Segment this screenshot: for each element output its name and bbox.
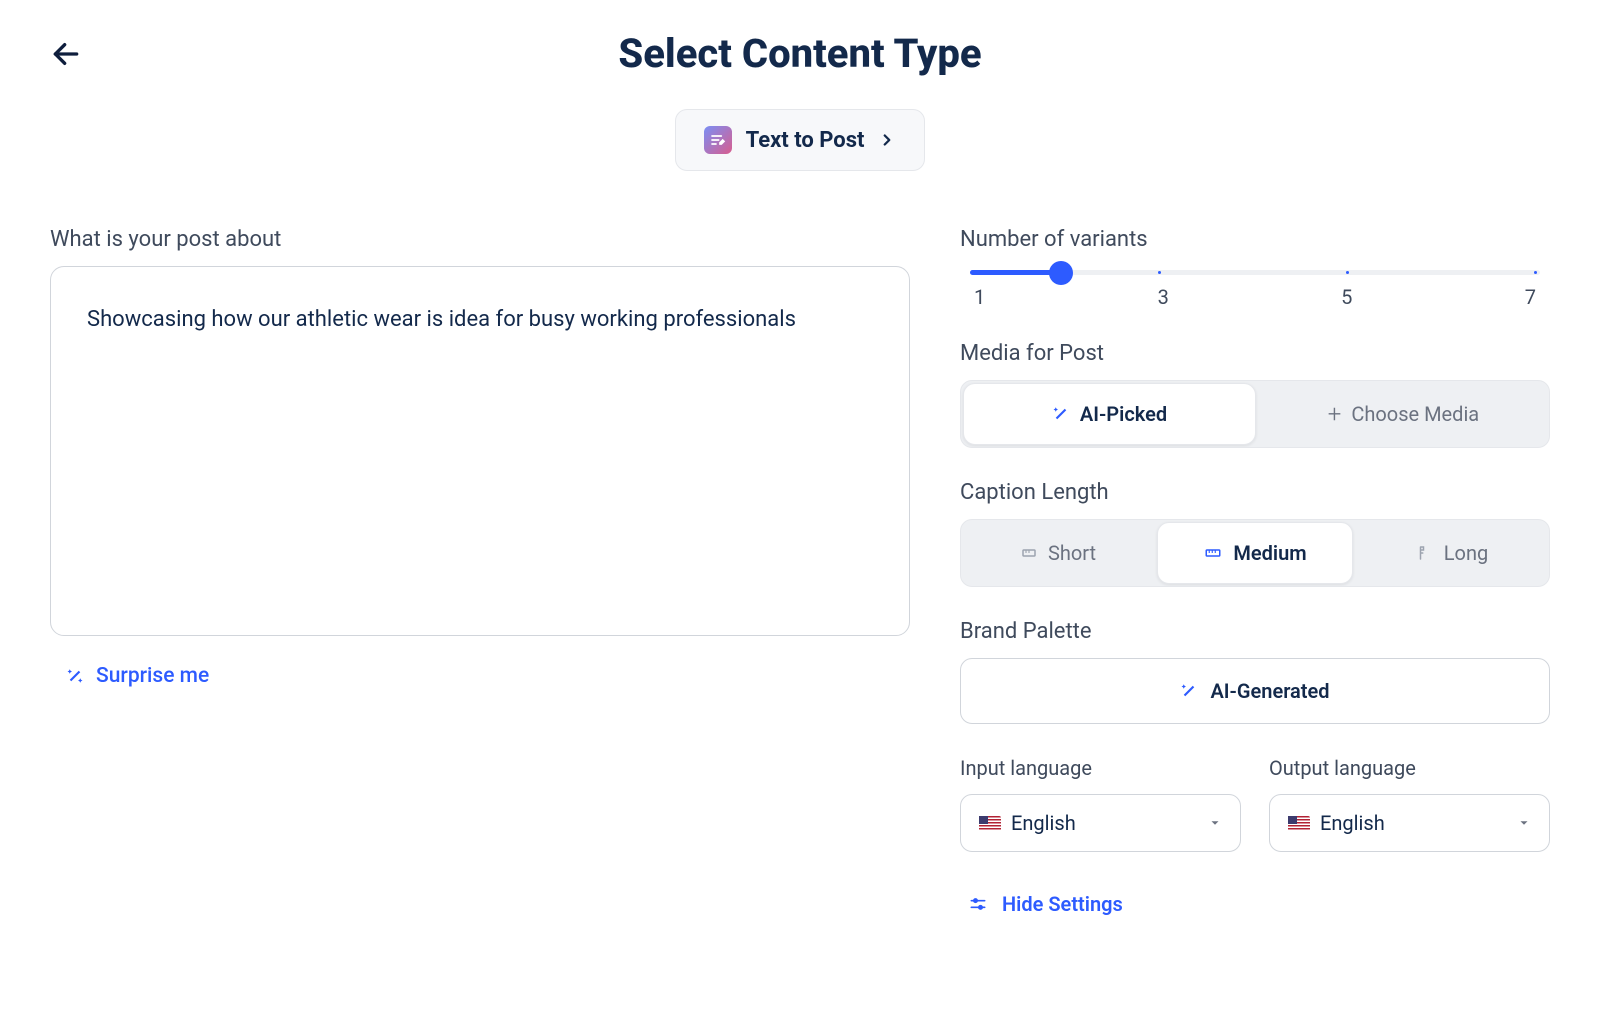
caption-short-label: Short bbox=[1048, 541, 1096, 565]
magic-wand-icon bbox=[1052, 405, 1070, 423]
post-about-input[interactable] bbox=[50, 266, 910, 636]
input-language-label: Input language bbox=[960, 756, 1241, 780]
output-language-select[interactable]: English bbox=[1269, 794, 1550, 852]
slider-label-1: 1 bbox=[974, 285, 985, 309]
media-choose[interactable]: + Choose Media bbox=[1258, 381, 1549, 447]
brand-palette-button[interactable]: AI-Generated bbox=[960, 658, 1550, 724]
plus-icon: + bbox=[1328, 400, 1342, 428]
slider-label-3: 3 bbox=[1158, 285, 1169, 309]
media-ai-picked-label: AI-Picked bbox=[1080, 402, 1167, 426]
brand-palette-label: Brand Palette bbox=[960, 619, 1550, 644]
input-language-select[interactable]: English bbox=[960, 794, 1241, 852]
media-label: Media for Post bbox=[960, 341, 1550, 366]
arrow-left-icon bbox=[50, 38, 82, 70]
chevron-down-icon bbox=[1208, 816, 1222, 830]
caption-segmented: Short Medium Long bbox=[960, 519, 1550, 587]
slider-fill bbox=[970, 270, 1061, 275]
slider-tick bbox=[1346, 271, 1349, 274]
slider-thumb[interactable] bbox=[1049, 261, 1073, 285]
output-language-label: Output language bbox=[1269, 756, 1550, 780]
variants-label: Number of variants bbox=[960, 227, 1550, 252]
caption-medium[interactable]: Medium bbox=[1157, 522, 1353, 584]
media-ai-picked[interactable]: AI-Picked bbox=[963, 383, 1256, 445]
media-choose-label: Choose Media bbox=[1351, 402, 1479, 426]
us-flag-icon bbox=[1288, 816, 1310, 831]
input-language-value: English bbox=[1011, 811, 1076, 835]
ruler-long-icon bbox=[1416, 544, 1434, 562]
slider-tick bbox=[1158, 271, 1161, 274]
media-segmented: AI-Picked + Choose Media bbox=[960, 380, 1550, 448]
hide-settings-link[interactable]: Hide Settings bbox=[968, 892, 1123, 916]
surprise-me-link[interactable]: Surprise me bbox=[66, 664, 209, 688]
content-type-label: Text to Post bbox=[746, 128, 865, 153]
slider-label-5: 5 bbox=[1341, 285, 1352, 309]
chevron-right-icon bbox=[878, 131, 896, 149]
slider-label-7: 7 bbox=[1525, 285, 1536, 309]
chevron-down-icon bbox=[1517, 816, 1531, 830]
brand-palette-value: AI-Generated bbox=[1210, 679, 1329, 703]
caption-short[interactable]: Short bbox=[961, 520, 1155, 586]
back-button[interactable] bbox=[50, 38, 82, 74]
page-title: Select Content Type bbox=[618, 30, 981, 77]
ruler-short-icon bbox=[1020, 544, 1038, 562]
us-flag-icon bbox=[979, 816, 1001, 831]
output-language-value: English bbox=[1320, 811, 1385, 835]
variants-slider[interactable]: 1 3 5 7 bbox=[960, 266, 1550, 309]
content-type-selector[interactable]: Text to Post bbox=[675, 109, 926, 171]
caption-length-label: Caption Length bbox=[960, 480, 1550, 505]
caption-medium-label: Medium bbox=[1233, 541, 1306, 565]
ruler-medium-icon bbox=[1203, 544, 1223, 562]
sliders-icon bbox=[968, 894, 988, 914]
slider-tick bbox=[1534, 271, 1537, 274]
post-about-label: What is your post about bbox=[50, 227, 910, 252]
caption-long[interactable]: Long bbox=[1355, 520, 1549, 586]
magic-wand-icon bbox=[66, 667, 84, 685]
text-to-post-icon bbox=[704, 126, 732, 154]
hide-settings-label: Hide Settings bbox=[1002, 892, 1123, 916]
caption-long-label: Long bbox=[1444, 541, 1488, 565]
magic-wand-icon bbox=[1180, 682, 1198, 700]
surprise-me-label: Surprise me bbox=[96, 664, 209, 688]
